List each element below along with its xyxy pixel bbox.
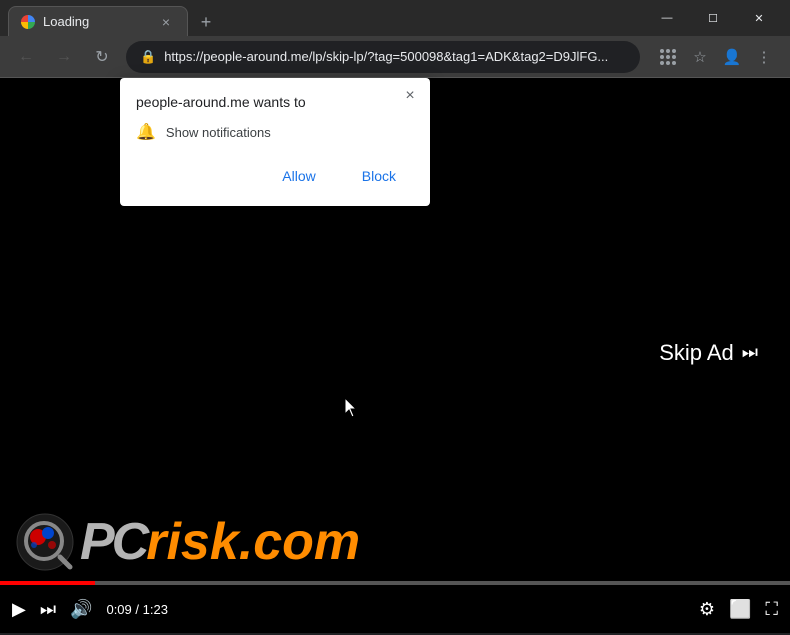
logo-text: PC risk.com bbox=[80, 512, 360, 572]
next-button[interactable]: ⏭ bbox=[40, 599, 56, 620]
permission-label: Show notifications bbox=[166, 125, 271, 140]
total-time: 1:23 bbox=[143, 602, 168, 617]
time-display: 0:09 / 1:23 bbox=[106, 602, 167, 617]
tab-bar: Loading × + bbox=[8, 0, 636, 36]
dot-text: . bbox=[239, 513, 253, 571]
current-time: 0:09 bbox=[106, 602, 131, 617]
grid-icon bbox=[660, 49, 676, 65]
com-text: com bbox=[253, 513, 360, 571]
time-separator: / bbox=[135, 602, 142, 617]
bookmark-button[interactable]: ☆ bbox=[686, 43, 714, 71]
play-button[interactable]: ▶ bbox=[12, 599, 26, 620]
skip-ad-button[interactable]: Skip Ad ⏭ bbox=[637, 326, 780, 380]
popup-buttons: Allow Block bbox=[136, 162, 414, 190]
logo-risk-text: risk.com bbox=[146, 512, 360, 572]
progress-fill bbox=[0, 581, 95, 585]
skip-ad-text: Skip Ad bbox=[659, 340, 734, 366]
popup-close-button[interactable]: × bbox=[400, 86, 420, 106]
tab-close-button[interactable]: × bbox=[157, 13, 175, 31]
title-bar: Loading × + — ☐ ✕ bbox=[0, 0, 790, 36]
back-button[interactable]: ← bbox=[12, 43, 40, 71]
toolbar-icons: ☆ 👤 ⋮ bbox=[654, 43, 778, 71]
close-button[interactable]: ✕ bbox=[736, 0, 782, 36]
volume-button[interactable]: 🔊 bbox=[70, 599, 92, 620]
more-options-button[interactable]: ⋮ bbox=[750, 43, 778, 71]
watermark: PC risk.com bbox=[14, 511, 360, 573]
active-tab[interactable]: Loading × bbox=[8, 6, 188, 36]
miniplayer-button[interactable]: ⬜ bbox=[729, 599, 751, 620]
risk-text: risk bbox=[146, 513, 239, 571]
grid-view-button[interactable] bbox=[654, 43, 682, 71]
skip-ad-icon: ⏭ bbox=[742, 342, 758, 363]
bell-icon: 🔔 bbox=[136, 122, 156, 142]
window-controls: — ☐ ✕ bbox=[644, 0, 782, 36]
content-area: × people-around.me wants to 🔔 Show notif… bbox=[0, 78, 790, 633]
url-bar[interactable]: 🔒 https://people-around.me/lp/skip-lp/?t… bbox=[126, 41, 640, 73]
notification-popup: × people-around.me wants to 🔔 Show notif… bbox=[120, 78, 430, 206]
browser-chrome: Loading × + — ☐ ✕ ← → ↻ 🔒 https://people… bbox=[0, 0, 790, 78]
block-button[interactable]: Block bbox=[344, 162, 414, 190]
settings-button[interactable]: ⚙ bbox=[699, 599, 715, 620]
popup-permission-row: 🔔 Show notifications bbox=[136, 122, 414, 142]
new-tab-button[interactable]: + bbox=[192, 8, 220, 36]
logo-ball-icon bbox=[14, 511, 76, 573]
controls-row: ▶ ⏭ 🔊 0:09 / 1:23 ⚙ ⬜ ⛶ bbox=[0, 585, 790, 633]
fullscreen-button[interactable]: ⛶ bbox=[765, 599, 778, 620]
tab-title: Loading bbox=[43, 14, 149, 29]
progress-bar[interactable] bbox=[0, 581, 790, 585]
refresh-button[interactable]: ↻ bbox=[88, 43, 116, 71]
forward-button[interactable]: → bbox=[50, 43, 78, 71]
logo-pc-text: PC bbox=[80, 512, 146, 572]
maximize-button[interactable]: ☐ bbox=[690, 0, 736, 36]
popup-title: people-around.me wants to bbox=[136, 94, 414, 110]
address-bar: ← → ↻ 🔒 https://people-around.me/lp/skip… bbox=[0, 36, 790, 78]
tab-favicon bbox=[21, 15, 35, 29]
url-text: https://people-around.me/lp/skip-lp/?tag… bbox=[164, 49, 626, 64]
lock-icon: 🔒 bbox=[140, 49, 156, 65]
video-controls: ▶ ⏭ 🔊 0:09 / 1:23 ⚙ ⬜ ⛶ bbox=[0, 581, 790, 633]
minimize-button[interactable]: — bbox=[644, 0, 690, 36]
allow-button[interactable]: Allow bbox=[264, 162, 333, 190]
profile-button[interactable]: 👤 bbox=[718, 43, 746, 71]
